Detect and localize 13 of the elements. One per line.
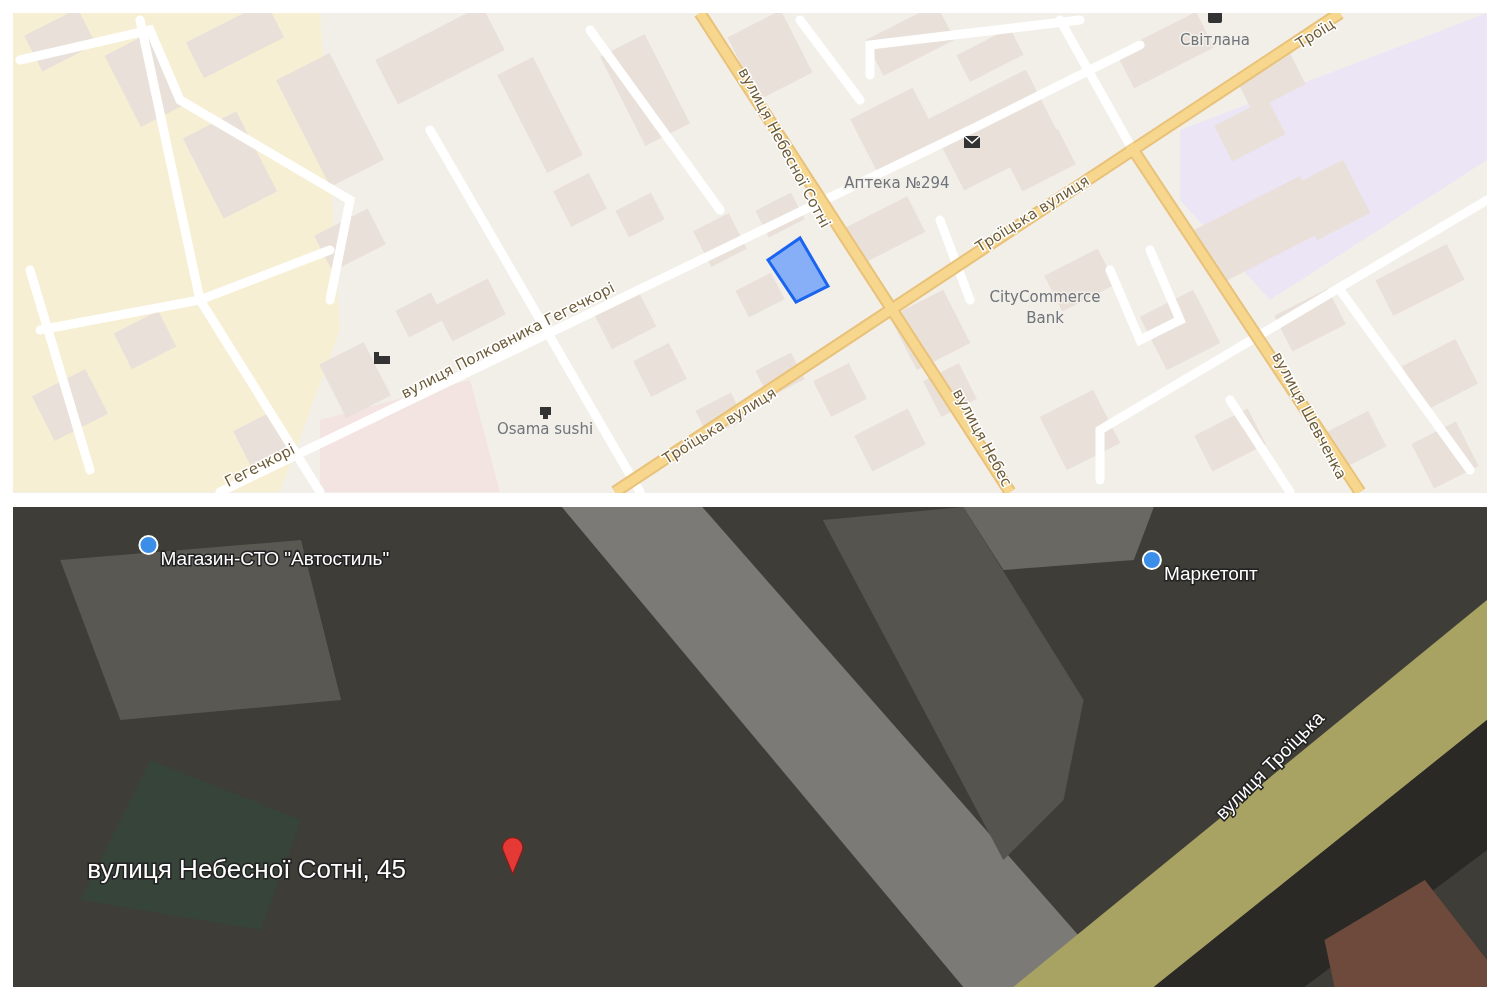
place-label: Osama sushi: [496, 420, 594, 438]
mailbox-icon: [963, 135, 981, 148]
address-label: вулиця Небесної Сотні, 45: [87, 854, 407, 884]
map-pin-icon: [1141, 550, 1162, 570]
location-pin-icon: [502, 837, 524, 875]
place-label: Аптека №294: [844, 174, 950, 192]
place-label: CityCommerce: [989, 288, 1101, 306]
selected-parcel: [765, 235, 831, 304]
place-label: Світлана: [1180, 31, 1250, 49]
place-label: Маркетопт: [1163, 563, 1258, 584]
place-label: Магазин-СТО "Автостиль": [160, 548, 390, 569]
place-label: Bank: [1026, 309, 1064, 327]
map-pin-icon: [138, 535, 159, 555]
